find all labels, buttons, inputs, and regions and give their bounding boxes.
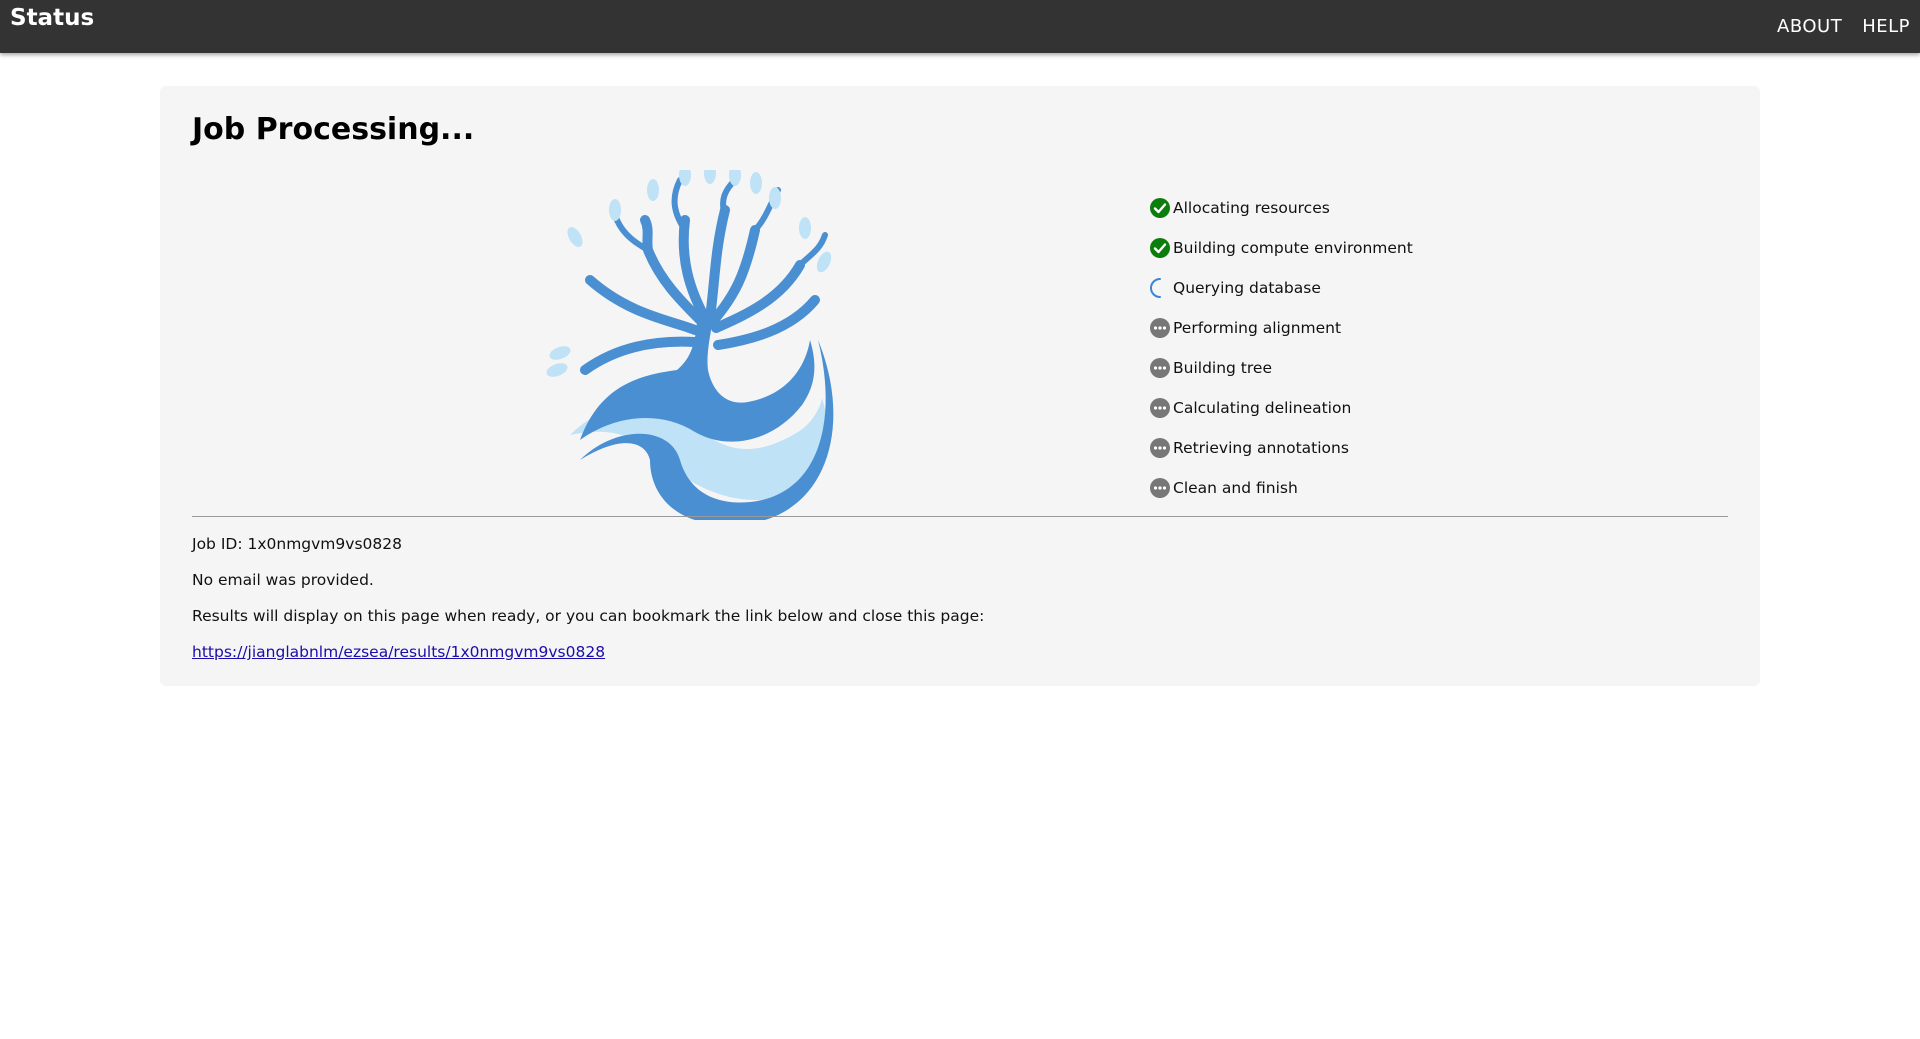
nav-links: ABOUT HELP: [1777, 16, 1910, 37]
step-building-compute-environment: Building compute environment: [1150, 228, 1413, 268]
check-circle-icon: [1150, 198, 1170, 218]
ellipsis-circle-icon: [1150, 438, 1170, 458]
step-label: Retrieving annotations: [1173, 439, 1349, 457]
step-label: Building compute environment: [1173, 239, 1413, 257]
job-heading: Job Processing...: [192, 112, 475, 147]
step-retrieving-annotations: Retrieving annotations: [1150, 428, 1413, 468]
ellipsis-circle-icon: [1150, 478, 1170, 498]
page-title[interactable]: Status: [10, 5, 94, 31]
step-label: Querying database: [1173, 279, 1321, 297]
tree-logo-icon: [546, 170, 834, 520]
step-label: Clean and finish: [1173, 479, 1298, 497]
step-building-tree: Building tree: [1150, 348, 1413, 388]
step-label: Allocating resources: [1173, 199, 1330, 217]
nav-about-link[interactable]: ABOUT: [1777, 16, 1842, 37]
step-clean-and-finish: Clean and finish: [1150, 468, 1413, 508]
progress-steps: Allocating resources Building compute en…: [1150, 188, 1413, 508]
step-allocating-resources: Allocating resources: [1150, 188, 1413, 228]
step-querying-database: Querying database: [1150, 268, 1413, 308]
job-id-text: Job ID: 1x0nmgvm9vs0828: [192, 535, 402, 553]
step-calculating-delineation: Calculating delineation: [1150, 388, 1413, 428]
results-instructions-text: Results will display on this page when r…: [192, 607, 985, 625]
ellipsis-circle-icon: [1150, 318, 1170, 338]
job-status-card: Job Processing... Allocating resources B…: [160, 86, 1760, 686]
step-label: Calculating delineation: [1173, 399, 1352, 417]
step-label: Performing alignment: [1173, 319, 1342, 337]
spinner-icon: [1150, 278, 1161, 298]
top-navbar: Status ABOUT HELP: [0, 0, 1920, 53]
step-label: Building tree: [1173, 359, 1272, 377]
nav-help-link[interactable]: HELP: [1862, 16, 1910, 37]
ellipsis-circle-icon: [1150, 398, 1170, 418]
results-link-line: https://jianglabnlm/ezsea/results/1x0nmg…: [192, 643, 605, 661]
section-divider: [192, 516, 1728, 517]
check-circle-icon: [1150, 238, 1170, 258]
ellipsis-circle-icon: [1150, 358, 1170, 378]
step-performing-alignment: Performing alignment: [1150, 308, 1413, 348]
results-link[interactable]: https://jianglabnlm/ezsea/results/1x0nmg…: [192, 643, 605, 661]
email-status-text: No email was provided.: [192, 571, 374, 589]
